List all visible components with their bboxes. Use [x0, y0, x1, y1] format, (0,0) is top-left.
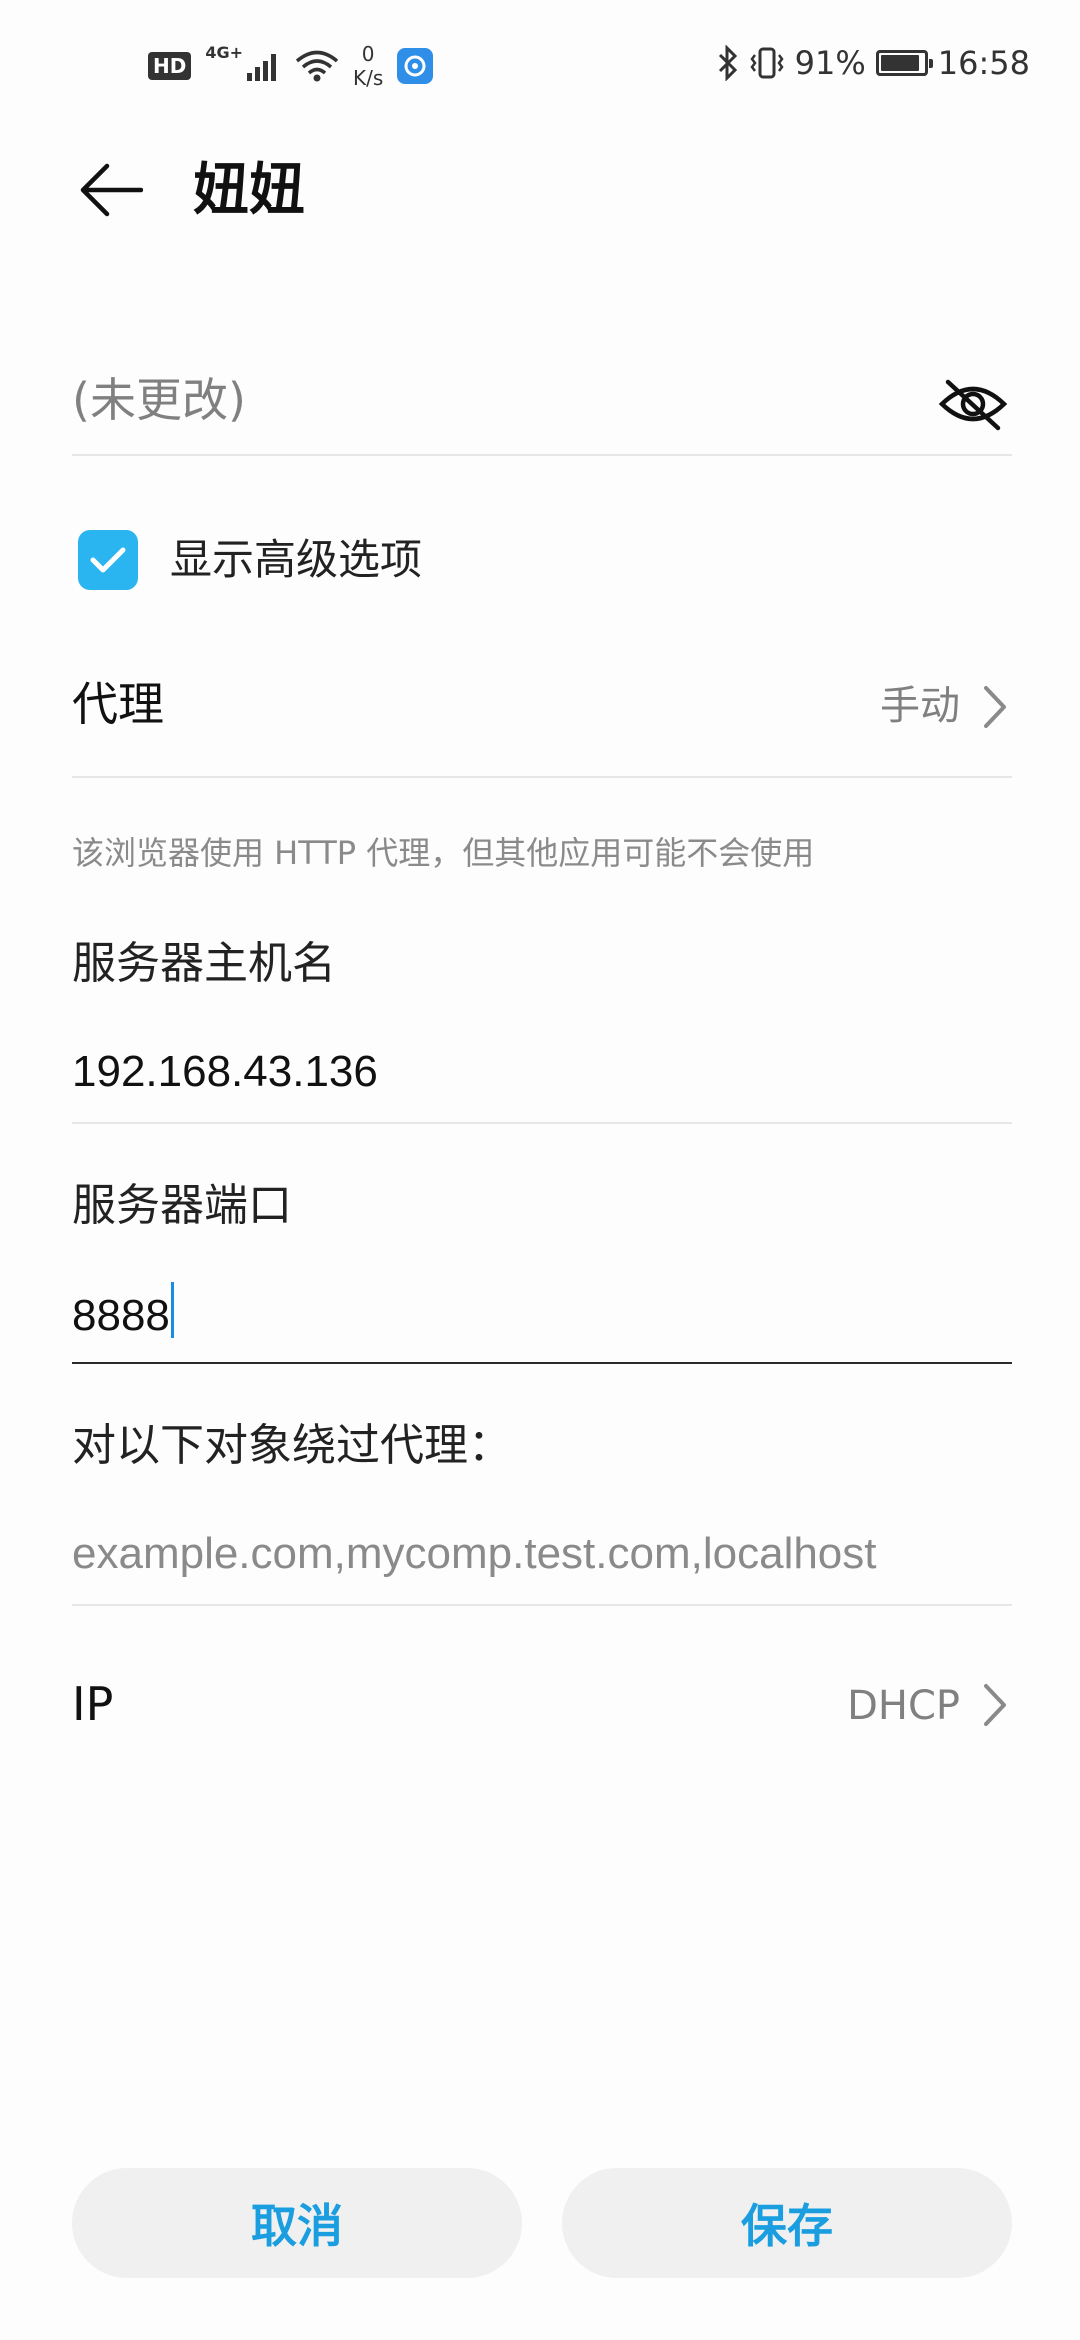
ip-value[interactable]: DHCP: [847, 1676, 960, 1736]
bypass-label: 对以下对象绕过代理：: [72, 1420, 512, 1471]
divider: [72, 454, 1012, 456]
advanced-options-label[interactable]: 显示高级选项: [170, 528, 422, 592]
clock: 16:58: [937, 44, 1030, 82]
ip-label[interactable]: IP: [72, 1672, 113, 1736]
status-left: HD 4G+ 0 K/s: [148, 42, 434, 90]
password-field[interactable]: (未更改): [72, 368, 246, 432]
chevron-right-icon: [984, 686, 1006, 728]
host-label: 服务器主机名: [72, 938, 336, 989]
text-cursor: [170, 1282, 174, 1338]
save-button[interactable]: 保存: [562, 2168, 1012, 2278]
host-input[interactable]: 192.168.43.136: [72, 1040, 378, 1104]
signal-icon: [247, 54, 277, 81]
app-notification-icon: [397, 48, 434, 84]
page-title: 妞妞: [193, 158, 305, 223]
speed-unit: K/s: [353, 66, 384, 90]
proxy-hint: 该浏览器使用 HTTP 代理，但其他应用可能不会使用: [72, 834, 815, 872]
vibrate-icon: [750, 47, 784, 79]
status-right: 91% 16:58: [717, 44, 1030, 82]
bluetooth-icon: [718, 45, 737, 81]
check-icon: [90, 547, 126, 573]
hd-badge: HD: [148, 52, 192, 80]
cancel-button[interactable]: 取消: [72, 2168, 522, 2278]
toggle-password-visibility[interactable]: [936, 372, 1010, 436]
status-bar: HD 4G+ 0 K/s 91% 16:58: [0, 0, 1080, 130]
port-value: 8888: [72, 1291, 170, 1340]
bypass-input[interactable]: example.com,mycomp.test.com,localhost: [72, 1522, 877, 1586]
battery-fill: [880, 55, 919, 71]
wifi-icon: [295, 50, 339, 82]
divider: [72, 1122, 1012, 1124]
chevron-right-icon: [984, 1684, 1006, 1726]
divider: [72, 1604, 1012, 1606]
proxy-value[interactable]: 手动: [880, 676, 960, 736]
port-label: 服务器端口: [72, 1180, 292, 1231]
eye-off-icon: [938, 379, 1008, 431]
network-type: 4G+: [205, 42, 244, 62]
battery-icon: [875, 50, 933, 76]
battery-percent: 91%: [794, 44, 866, 82]
back-button[interactable]: [70, 150, 150, 230]
port-input-underline: [72, 1362, 1012, 1364]
divider: [72, 776, 1012, 778]
arrow-left-icon: [80, 163, 143, 217]
network-speed: 0 K/s: [353, 42, 383, 90]
speed-value: 0: [361, 42, 375, 66]
proxy-label[interactable]: 代理: [72, 672, 164, 736]
advanced-options-checkbox[interactable]: [78, 530, 138, 590]
port-input[interactable]: 8888: [72, 1282, 174, 1348]
